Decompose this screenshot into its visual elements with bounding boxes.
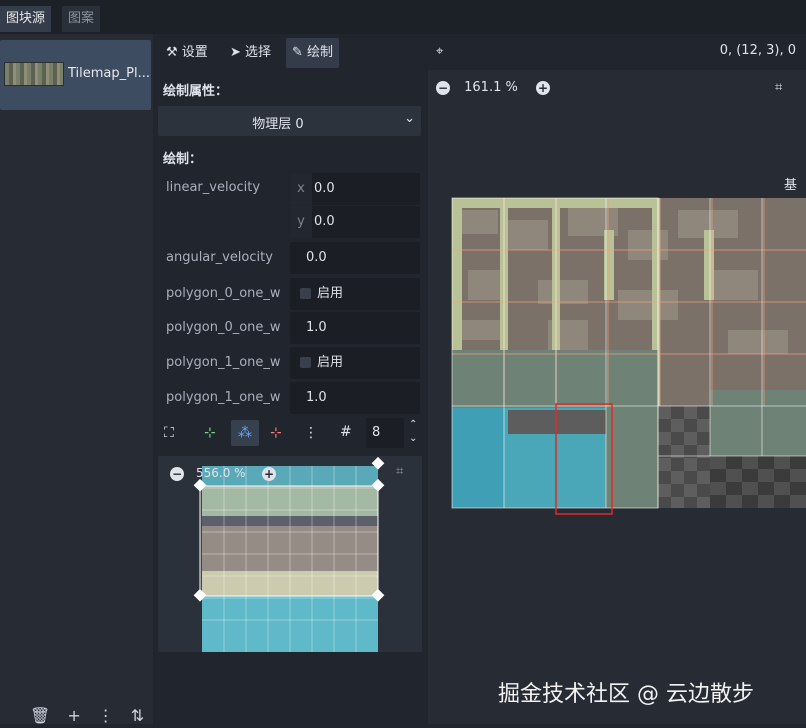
stepper-arrows-icon[interactable]: ⌃ ⌄ (409, 418, 417, 446)
pin-icon[interactable]: ⌖ (436, 44, 443, 59)
linear-velocity-label: linear_velocity (166, 180, 261, 195)
physics-layer-dropdown[interactable]: 物理层 0 ⌄ (158, 106, 421, 136)
polygon-0-one-way-margin-field[interactable]: 1.0 (290, 312, 420, 344)
main-zoom-out-icon[interactable]: − (436, 80, 450, 95)
main-zoom-in-icon[interactable]: + (535, 80, 550, 95)
source-tools: 🗑 + ⋮ ⇅ (30, 706, 161, 725)
edit-points-icon[interactable]: ⁂ (231, 420, 259, 446)
paint-section-title: 绘制： (163, 152, 203, 167)
angular-velocity-label: angular_velocity (166, 250, 273, 265)
chevron-down-icon: ⌄ (404, 111, 415, 126)
brush-icon: ✎ (292, 45, 308, 60)
more-icon[interactable]: ⋮ (98, 706, 114, 725)
y-axis-label: y (290, 206, 312, 238)
tile-source-list (0, 34, 153, 724)
linear-velocity-x-field[interactable]: x 0.0 (290, 173, 420, 205)
polygon-0-one-way-label: polygon_0_one_w (166, 286, 281, 301)
tab-tile-sources[interactable]: 图块源 (0, 6, 52, 32)
polygon-editor-canvas[interactable] (158, 456, 422, 652)
more-options-icon[interactable]: ⋮ (304, 425, 318, 441)
watermark: 掘金技术社区 @ 云边散步 (498, 682, 754, 707)
tab-bar (0, 0, 806, 34)
paint-button[interactable]: ✎ 绘制 (286, 38, 340, 68)
polygon-1-one-way-label: polygon_1_one_w (166, 355, 281, 370)
tileset-thumbnail (4, 62, 64, 86)
polygon-0-one-way-margin-label: polygon_0_one_w (166, 320, 281, 335)
zoom-in-icon[interactable]: + (262, 466, 276, 481)
select-button[interactable]: ➤ 选择 (224, 38, 277, 68)
linear-velocity-y-field[interactable]: y 0.0 (290, 206, 420, 238)
polygon-1-one-way-margin-field[interactable]: 1.0 (290, 382, 420, 414)
add-icon[interactable]: + (67, 706, 80, 725)
center-view-icon[interactable]: ⌗ (396, 464, 403, 479)
tileset-canvas[interactable] (428, 70, 806, 724)
remove-point-icon[interactable]: ⊹ (270, 425, 282, 441)
wrench-icon: ⚒ (166, 45, 182, 60)
checkbox-icon (300, 288, 311, 299)
tileset-viewport[interactable] (428, 70, 806, 724)
mini-zoom-level: 556.0 % (196, 466, 246, 480)
polygon-1-one-way-margin-label: polygon_1_one_w (166, 390, 281, 405)
x-axis-label: x (290, 173, 312, 205)
coordinates-readout: 0, (12, 3), 0 (719, 43, 796, 58)
side-label: 基 (784, 178, 798, 193)
setup-button[interactable]: ⚒ 设置 (160, 38, 214, 68)
tab-patterns[interactable]: 图案 (62, 6, 101, 32)
cursor-icon: ➤ (230, 45, 246, 60)
paint-properties-title: 绘制属性： (163, 84, 229, 99)
angular-velocity-field[interactable]: 0.0 (290, 242, 420, 274)
grid-snap-field[interactable]: 8 (366, 418, 404, 448)
polygon-editor-viewport[interactable]: − 556.0 % + ⌗ (158, 456, 422, 652)
main-zoom-controls: − 161.1 % + (436, 80, 550, 95)
sort-icon[interactable]: ⇅ (131, 706, 144, 725)
polygon-0-one-way-checkbox[interactable]: 启用 (290, 278, 420, 310)
add-point-icon[interactable]: ⊹ (204, 425, 216, 441)
expand-icon[interactable]: ⛶ (164, 425, 174, 441)
main-zoom-level: 161.1 % (464, 80, 518, 95)
zoom-out-icon[interactable]: − (170, 466, 184, 481)
dropdown-value: 物理层 0 (252, 117, 304, 132)
tile-source-label: Tilemap_Pl... (68, 66, 150, 81)
recenter-icon[interactable]: ⌗ (775, 80, 782, 95)
grid-snap-icon[interactable]: # (340, 424, 352, 440)
polygon-1-one-way-checkbox[interactable]: 启用 (290, 347, 420, 379)
delete-icon[interactable]: 🗑 (30, 706, 50, 725)
checkbox-icon (300, 357, 311, 368)
